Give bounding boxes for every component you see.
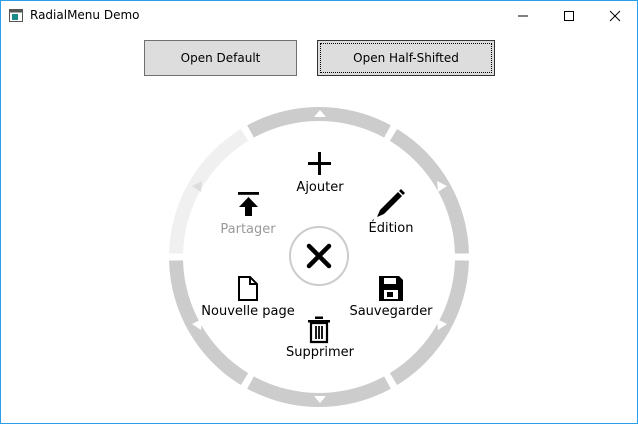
menu-item-partager: Partager	[220, 192, 276, 237]
menu-item-label: Ajouter	[296, 180, 344, 195]
center-close-button[interactable]	[289, 226, 349, 286]
plus-icon	[308, 152, 331, 175]
menu-item-label: Supprimer	[286, 345, 355, 360]
menu-item-edition[interactable]: Édition	[369, 189, 414, 236]
menu-item-ajouter[interactable]: Ajouter	[296, 152, 344, 195]
pencil-icon	[377, 189, 405, 217]
app-window: RadialMenu Demo Open Default Open Half-S…	[0, 0, 638, 424]
menu-item-supprimer[interactable]: Supprimer	[286, 316, 355, 361]
ring-segment-bottom[interactable]	[247, 376, 391, 408]
save-icon	[379, 276, 403, 301]
menu-item-sauvegarder[interactable]: Sauvegarder	[349, 276, 433, 319]
menu-item-nouvelle-page[interactable]: Nouvelle page	[201, 276, 295, 319]
page-icon	[238, 276, 258, 301]
radial-menu: Ajouter Édition Sauvegarder Supprimer No…	[169, 106, 469, 408]
trash-icon	[308, 316, 330, 344]
menu-item-label: Édition	[369, 220, 414, 236]
menu-item-label: Nouvelle page	[201, 304, 294, 319]
menu-item-label: Partager	[220, 222, 276, 237]
ring-segment-bottom-left[interactable]	[169, 260, 249, 386]
share-icon	[238, 192, 259, 216]
menu-item-label: Sauvegarder	[349, 304, 433, 319]
